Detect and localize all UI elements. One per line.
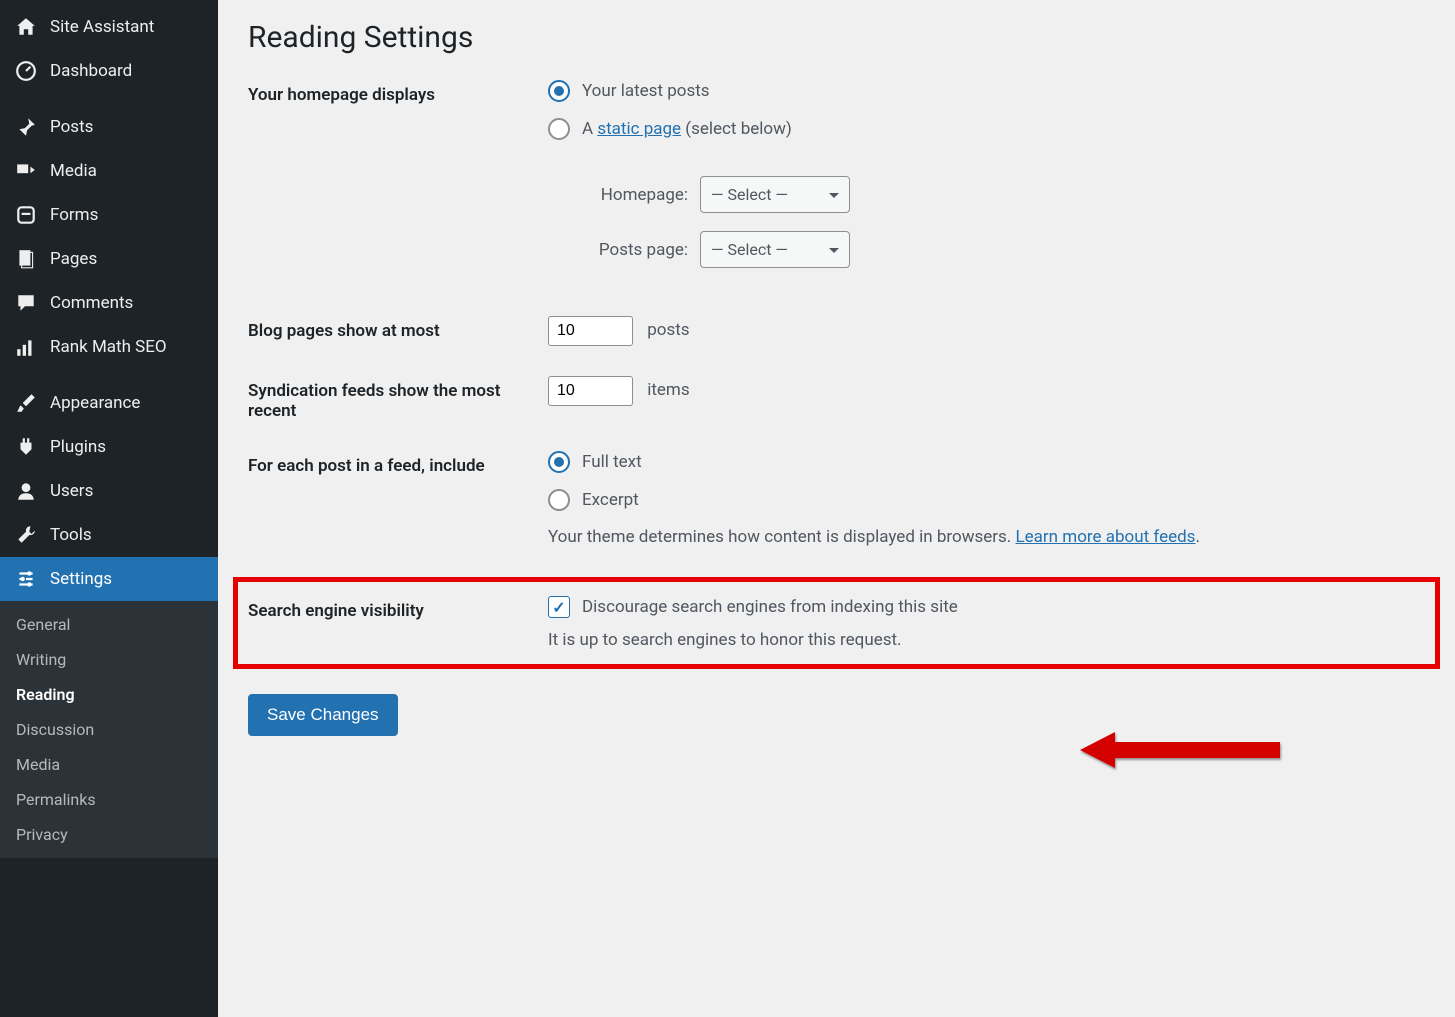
visibility-label: Search engine visibility (248, 596, 548, 621)
radio-label-excerpt: Excerpt (582, 490, 639, 510)
radio-full-text[interactable] (548, 451, 570, 473)
homepage-displays-label: Your homepage displays (248, 80, 548, 105)
sidebar-item-label: Posts (50, 117, 93, 137)
visibility-description: It is up to search engines to honor this… (548, 630, 1425, 650)
homepage-select-label: Homepage: (568, 185, 688, 205)
wrench-icon (14, 523, 38, 547)
submenu-item-discussion[interactable]: Discussion (0, 712, 218, 747)
sidebar-item-tools[interactable]: Tools (0, 513, 218, 557)
sidebar-item-plugins[interactable]: Plugins (0, 425, 218, 469)
sidebar-item-label: Plugins (50, 437, 106, 457)
blog-pages-label: Blog pages show at most (248, 316, 548, 341)
submenu-item-media[interactable]: Media (0, 747, 218, 782)
sidebar-item-label: Dashboard (50, 61, 132, 81)
discourage-search-label: Discourage search engines from indexing … (582, 597, 958, 617)
sidebar-item-label: Users (50, 481, 93, 501)
submenu-item-permalinks[interactable]: Permalinks (0, 782, 218, 817)
sidebar-item-forms[interactable]: Forms (0, 193, 218, 237)
user-icon (14, 479, 38, 503)
submenu-item-privacy[interactable]: Privacy (0, 817, 218, 852)
pin-icon (14, 115, 38, 139)
sidebar-item-label: Tools (50, 525, 92, 545)
dashboard-icon (14, 59, 38, 83)
sidebar-item-comments[interactable]: Comments (0, 281, 218, 325)
sidebar-item-label: Appearance (50, 393, 140, 413)
posts-page-select[interactable]: — Select — (700, 231, 850, 268)
sidebar-item-posts[interactable]: Posts (0, 105, 218, 149)
radio-static-page[interactable] (548, 118, 570, 140)
sidebar-item-pages[interactable]: Pages (0, 237, 218, 281)
homepage-select[interactable]: — Select — (700, 176, 850, 213)
blog-pages-unit: posts (647, 320, 689, 340)
seo-icon (14, 335, 38, 359)
submenu-item-writing[interactable]: Writing (0, 642, 218, 677)
pages-icon (14, 247, 38, 271)
radio-label-static-page: A static page (select below) (582, 119, 792, 139)
submenu-item-reading[interactable]: Reading (0, 677, 218, 712)
radio-label-full-text: Full text (582, 452, 642, 472)
sidebar-item-label: Pages (50, 249, 97, 269)
main-content: Reading Settings Your homepage displays … (218, 0, 1455, 1017)
home-icon (14, 15, 38, 39)
sidebar-item-settings[interactable]: Settings (0, 557, 218, 601)
settings-submenu: General Writing Reading Discussion Media… (0, 601, 218, 858)
save-changes-button[interactable]: Save Changes (248, 694, 398, 736)
media-icon (14, 159, 38, 183)
sidebar-item-label: Forms (50, 205, 98, 225)
submenu-item-general[interactable]: General (0, 607, 218, 642)
sidebar-item-label: Rank Math SEO (50, 337, 167, 357)
sidebar-item-seo[interactable]: Rank Math SEO (0, 325, 218, 369)
visibility-highlight: Search engine visibility Discourage sear… (233, 577, 1440, 669)
learn-more-feeds-link[interactable]: Learn more about feeds (1016, 527, 1196, 547)
annotation-arrow-icon (1070, 720, 1290, 780)
brush-icon (14, 391, 38, 415)
sidebar-item-label: Comments (50, 293, 133, 313)
sidebar-item-dashboard[interactable]: Dashboard (0, 49, 218, 93)
radio-excerpt[interactable] (548, 489, 570, 511)
blog-pages-input[interactable] (548, 316, 633, 346)
syndication-input[interactable] (548, 376, 633, 406)
static-page-link[interactable]: static page (597, 119, 681, 139)
posts-page-select-label: Posts page: (568, 240, 688, 260)
sidebar-item-label: Settings (50, 569, 112, 589)
sidebar-item-label: Site Assistant (50, 17, 154, 37)
sidebar-item-site-assistant[interactable]: Site Assistant (0, 5, 218, 49)
sidebar-item-media[interactable]: Media (0, 149, 218, 193)
syndication-label: Syndication feeds show the most recent (248, 376, 548, 421)
sidebar-item-users[interactable]: Users (0, 469, 218, 513)
feed-description: Your theme determines how content is dis… (548, 527, 1425, 547)
radio-label-latest-posts: Your latest posts (582, 81, 710, 101)
feed-include-label: For each post in a feed, include (248, 451, 548, 476)
page-title: Reading Settings (248, 20, 1425, 55)
sidebar-item-appearance[interactable]: Appearance (0, 381, 218, 425)
discourage-search-checkbox[interactable] (548, 596, 570, 618)
settings-icon (14, 567, 38, 591)
forms-icon (14, 203, 38, 227)
admin-sidebar: Site Assistant Dashboard Posts Media For… (0, 0, 218, 1017)
comments-icon (14, 291, 38, 315)
plugin-icon (14, 435, 38, 459)
syndication-unit: items (647, 380, 689, 400)
sidebar-item-label: Media (50, 161, 97, 181)
radio-latest-posts[interactable] (548, 80, 570, 102)
